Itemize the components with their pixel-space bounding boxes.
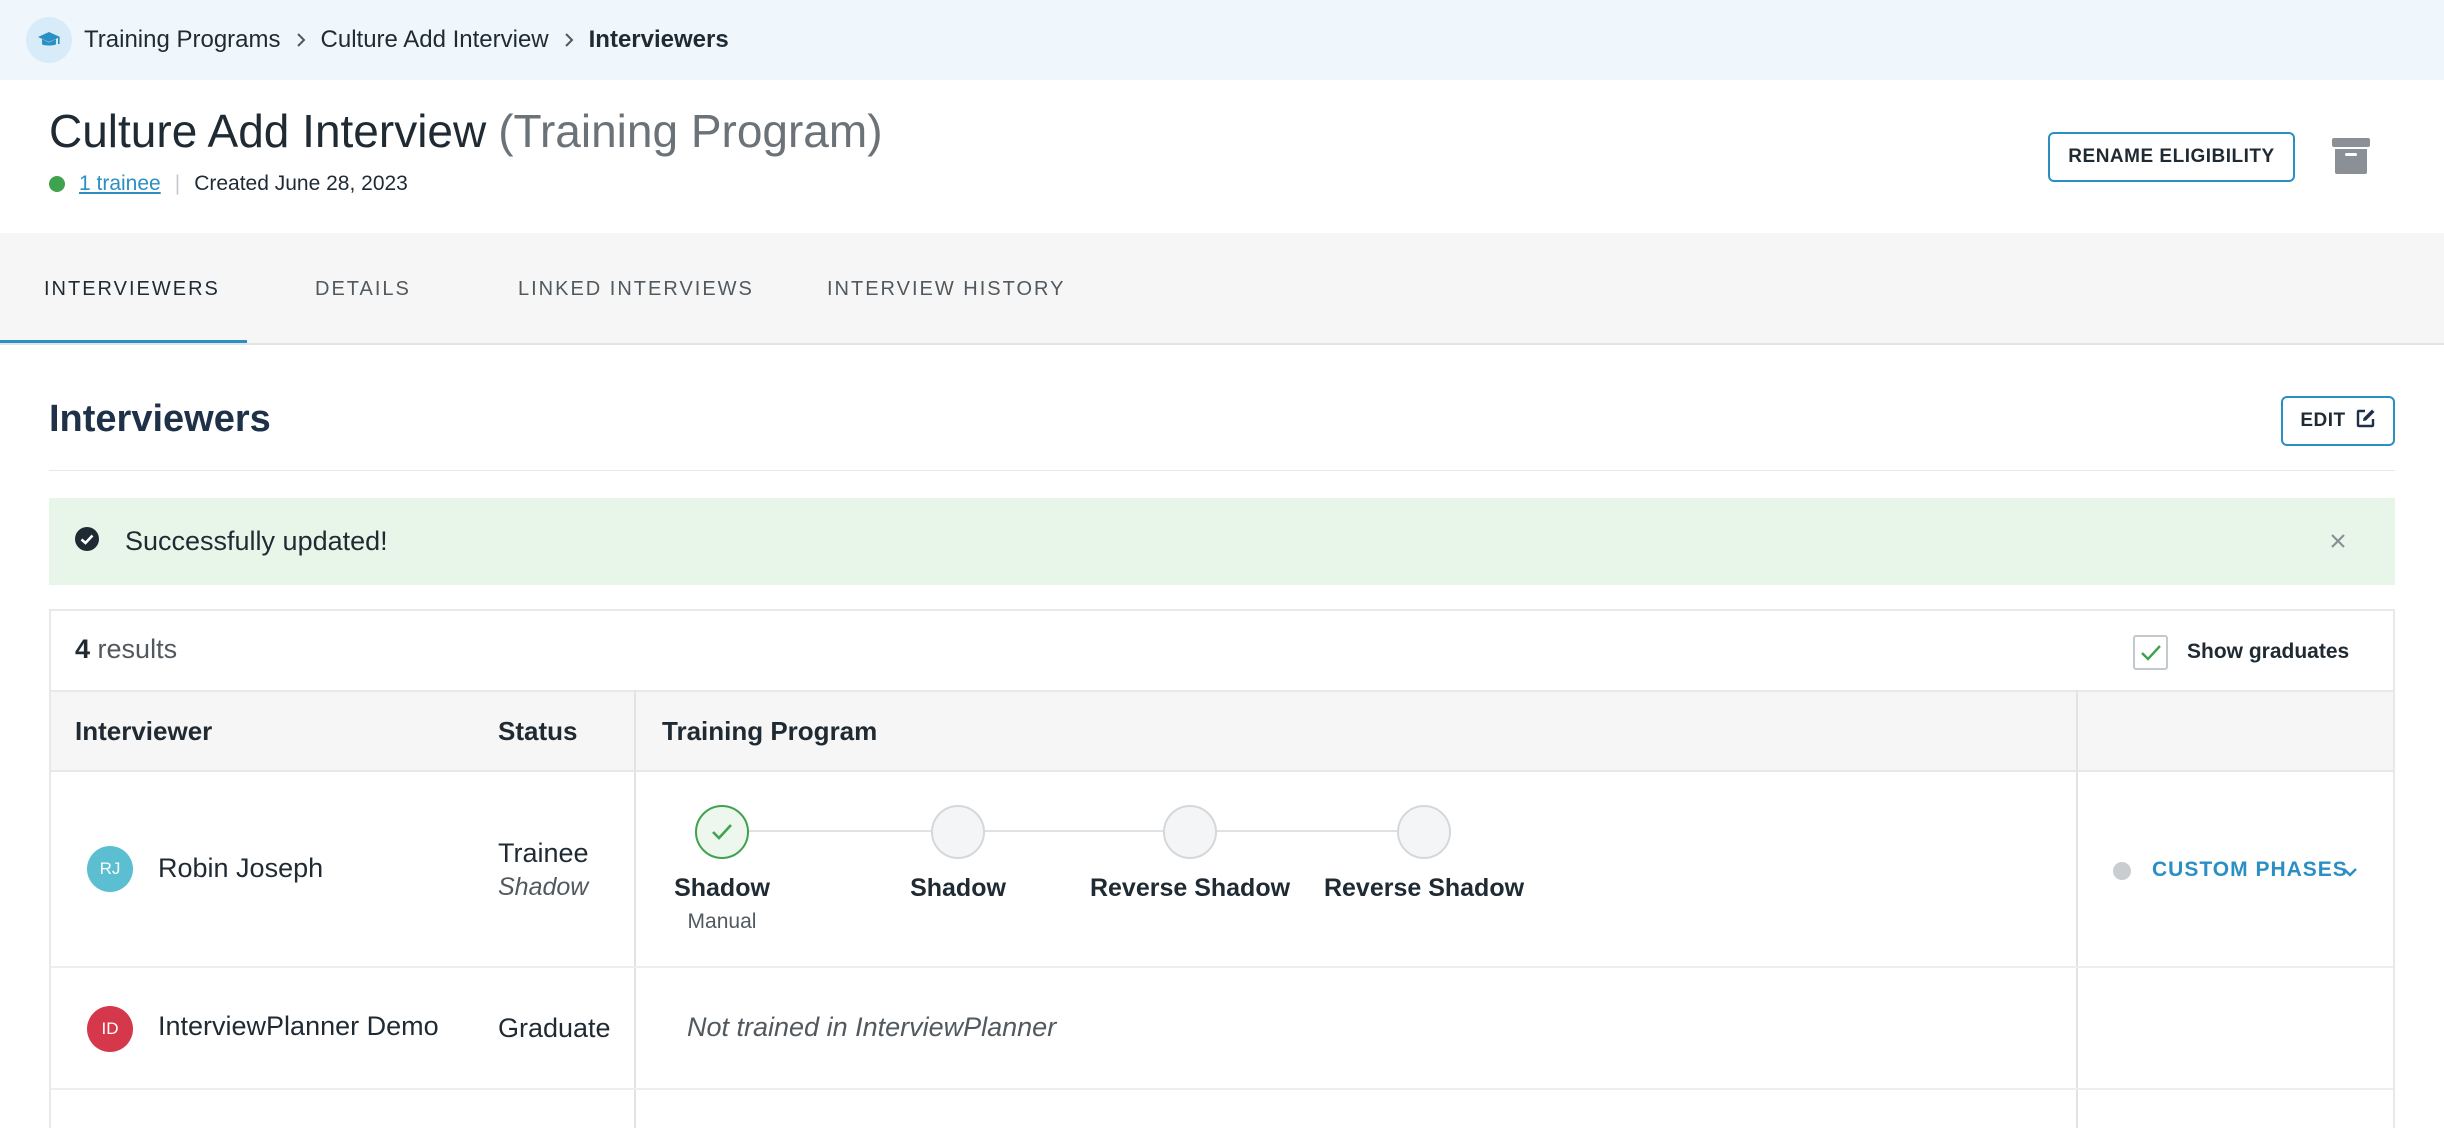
edit-button[interactable]: EDIT [2281,396,2395,446]
results-label: results [97,634,178,664]
close-icon[interactable] [2323,526,2353,556]
active-status-dot [49,176,65,192]
chevron-right-icon [563,31,575,49]
results-count: 4 results [75,634,177,665]
phase-connector [1217,830,1397,832]
success-alert: Successfully updated! [49,498,2395,585]
tab-details[interactable]: DETAILS [315,233,411,345]
tab-linked-interviews[interactable]: LINKED INTERVIEWS [518,233,754,345]
column-header-training-program: Training Program [662,716,878,746]
phase-connector [749,830,931,832]
graduation-cap-icon [26,17,72,63]
created-date: Created June 28, 2023 [194,172,408,195]
section-title: Interviewers [49,398,271,440]
status-text: Graduate [498,1013,611,1043]
breadcrumb-current: Interviewers [588,26,729,53]
edit-button-label: EDIT [2300,410,2346,431]
checkmark-icon [2140,644,2161,661]
phase-label: Reverse Shadow [1089,874,1291,902]
results-number: 4 [75,634,91,664]
phase-label: Shadow [674,874,770,902]
phase-4[interactable] [1397,805,1451,859]
archive-icon[interactable] [2330,134,2372,176]
avatar: RJ [87,846,133,892]
avatar: ID [87,1006,133,1052]
training-note: Not trained in InterviewPlanner [687,1012,1057,1042]
breadcrumb-culture-add-interview[interactable]: Culture Add Interview [321,26,549,54]
column-divider [2076,690,2078,1128]
phase-label: Shadow [910,874,1006,902]
active-tab-indicator [0,340,247,343]
status-text: Trainee [498,838,589,868]
phase-1-complete[interactable] [695,805,749,859]
tab-bar: INTERVIEWERS DETAILS LINKED INTERVIEWS I… [0,233,2444,345]
trainee-count-link[interactable]: 1 trainee [79,172,161,196]
show-graduates-label[interactable]: Show graduates [2187,640,2349,664]
custom-phases-dropdown[interactable]: CUSTOM PHASES [2152,858,2348,882]
row-divider [51,1088,2393,1090]
page-title-text: Culture Add Interview [49,105,487,157]
meta-divider: | [174,172,181,195]
phase-connector [985,830,1163,832]
breadcrumb: Training Programs Culture Add Interview … [0,0,2444,80]
column-header-interviewer[interactable]: Interviewer [75,716,212,747]
phase-status-dot [2113,862,2131,880]
interviewers-table [49,609,2395,1128]
column-header-status[interactable]: Status [498,716,577,747]
checkmark-icon [712,824,732,840]
phase-2[interactable] [931,805,985,859]
edit-icon [2356,408,2376,434]
page-title: Culture Add Interview (Training Program) [49,104,883,158]
interviewer-name: Robin Joseph [158,853,324,883]
rename-eligibility-button[interactable]: RENAME ELIGIBILITY [2048,132,2295,182]
show-graduates-checkbox[interactable] [2133,635,2168,670]
phase-3[interactable] [1163,805,1217,859]
chevron-right-icon [295,31,307,49]
tab-interviewers[interactable]: INTERVIEWERS [44,233,220,345]
column-divider [634,690,636,1128]
table-header: Interviewer Status Training Program [51,690,2393,772]
page-meta: 1 trainee | Created June 28, 2023 [49,172,408,196]
phase-label: Reverse Shadow [1323,874,1525,902]
breadcrumb-training-programs[interactable]: Training Programs [84,26,281,54]
page-title-suffix: (Training Program) [498,105,883,157]
section-divider [49,470,2395,471]
check-circle-icon [75,527,99,556]
status-phase: Shadow [498,873,589,901]
phase-sublabel: Manual [687,910,757,933]
chevron-down-icon[interactable] [2338,860,2362,884]
interviewer-name: InterviewPlanner Demo [158,1011,439,1041]
row-divider [51,966,2393,968]
alert-message: Successfully updated! [125,526,388,556]
tab-interview-history[interactable]: INTERVIEW HISTORY [827,233,1065,345]
